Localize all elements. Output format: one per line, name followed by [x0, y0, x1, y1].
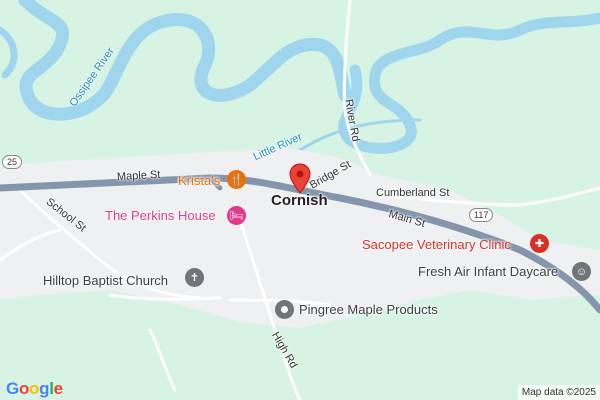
hotel-icon: 🛏 [227, 206, 246, 225]
map-attribution: Map data ©2025 [517, 385, 600, 400]
poi-label-perkins-house: The Perkins House [105, 208, 216, 223]
google-logo: Google [6, 379, 63, 398]
poi-label-kristas: Krista's [178, 173, 221, 188]
poi-label-pingree-maple: Pingree Maple Products [299, 302, 438, 317]
poi-label-fresh-air: Fresh Air Infant Daycare [418, 264, 559, 279]
location-marker-icon[interactable] [289, 163, 311, 195]
veterinary-icon: ✚ [530, 234, 549, 253]
restaurant-icon: 🍴 [227, 170, 246, 189]
poi-label-hilltop-baptist: Hilltop Baptist Church [43, 273, 168, 288]
river-rd-river [338, 12, 600, 154]
place-name-label: Cornish [271, 192, 328, 209]
route-shield-25: 25 [2, 155, 23, 169]
poi-label-sacopee-vet: Sacopee Veterinary Clinic [362, 237, 511, 252]
daycare-icon: ☺ [572, 262, 591, 281]
ossipee-side-channel [0, 26, 18, 79]
map-canvas[interactable]: Maple St Bridge St Cumberland St Main St… [0, 0, 600, 400]
road-label-maple-st: Maple St [116, 168, 161, 184]
place-icon [275, 300, 294, 319]
route-shield-117: 117 [469, 208, 494, 222]
church-icon: ✝ [185, 268, 204, 287]
road-label-cumberland-st: Cumberland St [376, 187, 450, 199]
